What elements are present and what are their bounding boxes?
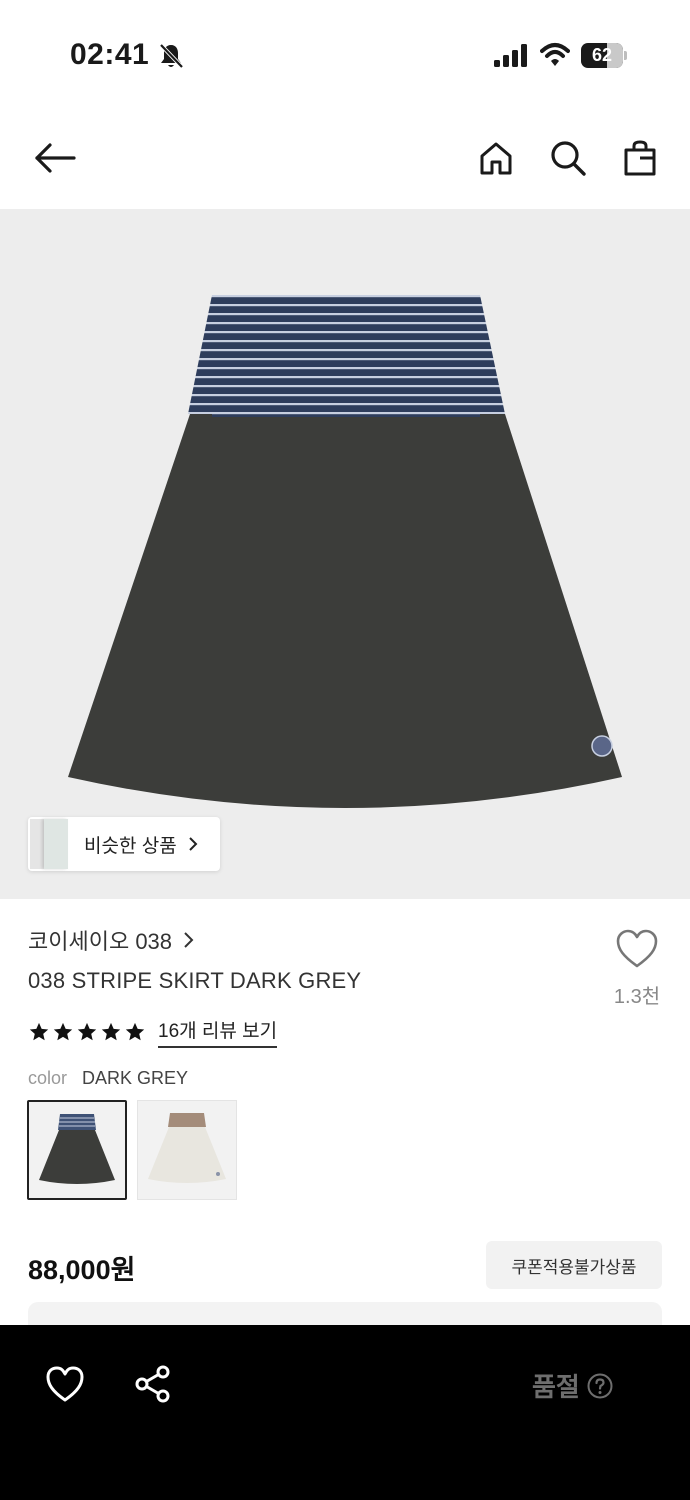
rating-row: 16개 리뷰 보기 [28,1016,278,1048]
coupon-not-applicable-badge: 쿠폰적용불가상품 [486,1241,662,1289]
home-button[interactable] [472,134,520,182]
back-arrow-icon [35,143,76,173]
sold-out-status[interactable]: 품절 [532,1367,614,1404]
like-count: 1.3천 [613,986,661,1008]
swatch-skirt-dark-grey [29,1102,125,1198]
product-name: 038 STRIPE SKIRT DARK GREY [28,968,362,993]
product-like-button[interactable]: 1.3천 [604,928,670,1012]
status-time: 02:41 [70,38,150,71]
color-label: color [28,1068,68,1088]
sold-out-label: 품절 [532,1372,580,1402]
star-icon [77,1022,97,1041]
heart-outline-icon [616,929,658,968]
color-swatch-dark-grey[interactable] [27,1100,127,1200]
bell-slash-icon [159,43,184,69]
shopping-bag-icon [624,140,656,176]
product-price: 88,000원 [28,1255,136,1285]
cart-button[interactable] [616,134,664,182]
search-icon [551,141,586,176]
battery-body: 62 [581,43,623,68]
review-link[interactable]: 16개 리뷰 보기 [158,1016,278,1048]
help-circle-icon[interactable] [586,1372,614,1400]
similar-products-label: 비슷한 상품 [84,835,177,857]
status-bar: 02:41 62 [0,0,690,110]
similar-product-thumbnails [28,817,70,871]
star-icon [53,1022,73,1041]
chevron-right-icon [188,837,198,851]
battery-percent: 62 [591,45,613,65]
share-icon[interactable] [132,1363,174,1405]
back-button[interactable] [30,134,78,182]
skirt-illustration [68,295,622,808]
chevron-right-icon [184,932,194,948]
brand-link[interactable]: 코이세이오 038 [28,925,194,955]
star-icon [29,1022,49,1041]
search-button[interactable] [544,134,592,182]
star-icon [101,1022,121,1041]
color-swatch-ivory[interactable] [137,1100,237,1200]
battery-nub [624,51,627,60]
color-value: DARK GREY [82,1068,189,1088]
battery-icon: 62 [581,43,627,68]
wifi-icon [540,43,570,66]
swatch-skirt-ivory [138,1101,236,1199]
top-nav-bar [0,120,690,200]
star-rating [28,1021,146,1043]
home-icon [480,142,512,175]
similar-thumb [44,819,68,869]
heart-icon[interactable] [44,1363,86,1405]
cellular-signal-icon [494,44,527,67]
bottom-action-bar: 품절 [0,1325,690,1500]
star-icon [125,1022,145,1041]
product-image[interactable]: 비슷한 상품 [0,209,690,899]
similar-products-button[interactable]: 비슷한 상품 [28,817,220,871]
brand-name: 코이세이오 038 [28,929,173,954]
color-row: color DARK GREY [28,1068,188,1089]
